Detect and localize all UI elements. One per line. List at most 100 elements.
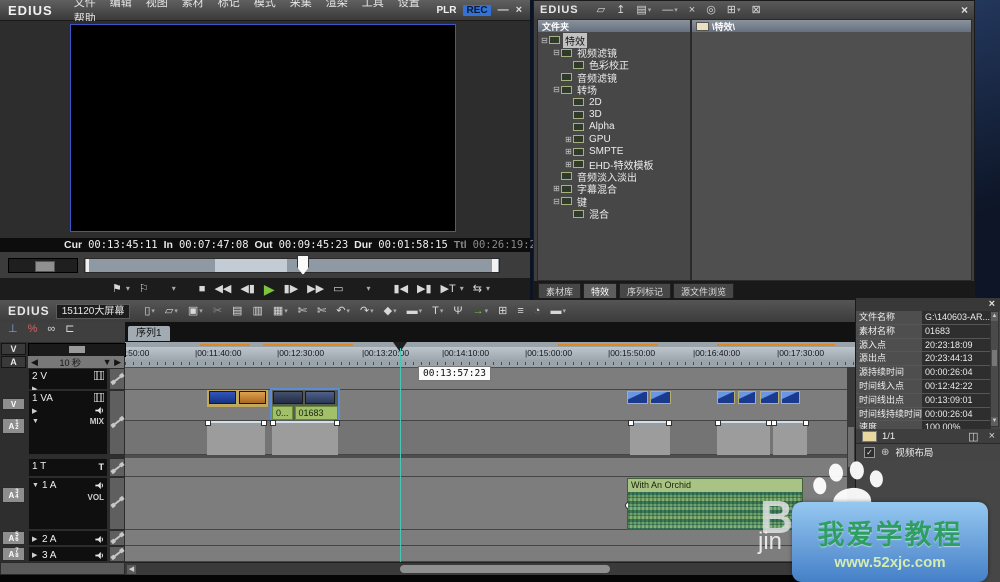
- track-row-2a[interactable]: [125, 530, 855, 546]
- clip-mixer-block[interactable]: [272, 421, 338, 455]
- patch-area[interactable]: [109, 390, 125, 455]
- track-row-3a[interactable]: [125, 546, 855, 562]
- sequence-tab[interactable]: 序列1: [128, 326, 170, 341]
- copy-icon[interactable]: ▤: [232, 306, 242, 317]
- undo-icon[interactable]: ↶▾: [336, 306, 350, 317]
- stop-icon[interactable]: ■: [199, 284, 206, 295]
- clip-mixer-block[interactable]: [207, 421, 265, 455]
- menu-item[interactable]: 标记: [218, 0, 240, 9]
- info-scroll-thumb[interactable]: [992, 350, 997, 366]
- speaker-icon[interactable]: [94, 551, 104, 560]
- voice-over-icon[interactable]: Ψ: [453, 306, 462, 317]
- export-frame-menu-icon[interactable]: ▾: [486, 285, 490, 293]
- track-collapse-icon[interactable]: ▼: [32, 418, 39, 425]
- tab-sequence-marker[interactable]: 序列标记: [619, 283, 671, 298]
- tree-expander-icon[interactable]: ⊟: [552, 48, 561, 57]
- rec-button[interactable]: REC: [463, 5, 490, 16]
- sync-lock-a78-badge[interactable]: A7 8: [2, 547, 25, 561]
- tree-item[interactable]: 3D: [564, 108, 690, 120]
- tree-expander-icon[interactable]: ⊟: [540, 36, 549, 45]
- clip-group-3[interactable]: [627, 390, 673, 407]
- paste-icon[interactable]: ▥: [252, 306, 262, 317]
- minimize-button[interactable]: —: [498, 4, 509, 16]
- track-header-1a[interactable]: A3 4 ▼1 A VOL: [0, 477, 125, 530]
- tree-expander-icon[interactable]: ⊞: [552, 184, 561, 193]
- clip-mixer-block[interactable]: [717, 421, 770, 455]
- move-up-icon[interactable]: ↥: [616, 5, 625, 16]
- video-mute-button[interactable]: V: [1, 343, 26, 355]
- scale-right-arrow-icon[interactable]: ▶: [114, 357, 121, 367]
- close-button[interactable]: ×: [516, 4, 522, 16]
- track-row-1t[interactable]: [125, 458, 855, 477]
- horizontal-scroll-thumb[interactable]: [400, 565, 610, 573]
- menu-item[interactable]: 渲染: [326, 0, 348, 9]
- timeline-ruler[interactable]: 0:50:00|00:11:40:00|00:12:30:00|00:13:20…: [125, 342, 855, 367]
- clip-group-5[interactable]: [760, 390, 802, 407]
- goto-out-icon[interactable]: ▶▮: [417, 284, 432, 295]
- patch-area[interactable]: [109, 530, 125, 546]
- fast-forward-icon[interactable]: ▶▶: [307, 284, 324, 295]
- save-icon[interactable]: ▣▾: [188, 306, 203, 317]
- duplicate-icon[interactable]: ▤▾: [636, 5, 651, 16]
- export-icon[interactable]: →▾: [473, 306, 489, 317]
- tree-item[interactable]: ⊟ 键: [552, 195, 690, 207]
- track-header-2v[interactable]: 2 V ▶: [0, 368, 125, 390]
- remove-icon[interactable]: —▾: [662, 5, 678, 16]
- track-header-2a[interactable]: A5 6 ▶2 A: [0, 530, 125, 546]
- track-expand-icon[interactable]: ▶: [32, 551, 39, 559]
- play-icon[interactable]: ▶: [264, 282, 275, 296]
- properties-icon[interactable]: ◎: [706, 5, 716, 16]
- clip-mixer-block[interactable]: [630, 421, 670, 455]
- ripple-delete-icon[interactable]: ✄: [317, 306, 326, 317]
- menu-item[interactable]: 素材: [182, 0, 204, 9]
- cut-icon[interactable]: ✂: [213, 306, 222, 317]
- speaker-icon[interactable]: [94, 535, 104, 544]
- next-frame-icon[interactable]: ▮▶: [284, 284, 299, 295]
- timeline-vertical-scrollbar[interactable]: [847, 367, 855, 562]
- insert-overwrite-mode-icon[interactable]: ⊥: [8, 324, 18, 335]
- speaker-icon[interactable]: [94, 481, 104, 490]
- tree-item[interactable]: 音频滤镜: [552, 71, 690, 83]
- tree-expander-icon[interactable]: ⊞: [564, 147, 573, 156]
- sync-lock-a56-badge[interactable]: A5 6: [2, 531, 25, 545]
- menu-item[interactable]: 模式: [254, 0, 276, 9]
- tree-expander-icon[interactable]: ⊞: [564, 160, 573, 169]
- tree-item[interactable]: ⊞ 字幕混合: [552, 183, 690, 195]
- track-header-3a[interactable]: A7 8 ▶3 A: [0, 546, 125, 562]
- rewind-icon[interactable]: ◀◀: [214, 284, 231, 295]
- vertical-scroll-thumb[interactable]: [848, 427, 854, 467]
- audio-clip[interactable]: With An Orchid: [627, 478, 803, 530]
- mark-in-icon[interactable]: ⚑: [112, 284, 122, 295]
- patch-area[interactable]: [109, 368, 125, 390]
- menu-item[interactable]: 工具: [362, 0, 384, 9]
- loop-menu-icon[interactable]: ▾: [367, 285, 371, 293]
- delete-effect-icon[interactable]: ×: [989, 430, 995, 443]
- clip-01683-selected[interactable]: 0...01683: [272, 390, 338, 421]
- open-icon[interactable]: ▱▾: [165, 306, 178, 317]
- track-expand-icon[interactable]: ▼: [32, 482, 39, 489]
- mark-out-menu-icon[interactable]: ▾: [172, 285, 176, 293]
- mark-out-icon[interactable]: ⚐: [139, 284, 149, 295]
- delete-icon[interactable]: ×: [689, 5, 695, 16]
- tree-item[interactable]: 2D: [564, 96, 690, 108]
- effect-checkbox[interactable]: ✓: [864, 447, 875, 458]
- patch-area[interactable]: [109, 458, 125, 477]
- scale-dropdown-icon[interactable]: ▼: [103, 357, 112, 367]
- info-close-button[interactable]: ×: [989, 298, 995, 310]
- play-around-menu-icon[interactable]: ▾: [460, 285, 464, 293]
- tree-item[interactable]: ⊞ GPU: [564, 133, 690, 145]
- panel-layout-icon[interactable]: ▬▾: [550, 306, 566, 317]
- tree-item[interactable]: 混合: [564, 207, 690, 219]
- add-marker-icon[interactable]: ◆▾: [384, 306, 397, 317]
- sync-lock-a12-badge[interactable]: A1 2: [2, 418, 25, 434]
- scroll-up-icon[interactable]: ▲: [991, 312, 998, 321]
- new-sequence-icon[interactable]: ▯▾: [144, 306, 155, 317]
- insert-clip-icon[interactable]: ▦▾: [273, 306, 288, 317]
- menu-item[interactable]: 采集: [290, 0, 312, 9]
- loop-icon[interactable]: ▭: [333, 284, 343, 295]
- mark-in-menu-icon[interactable]: ▾: [126, 285, 130, 293]
- position-bar[interactable]: [84, 258, 500, 273]
- tab-source-browser[interactable]: 源文件浏览: [673, 283, 734, 298]
- clip-mixer-block[interactable]: [773, 421, 807, 455]
- plr-button[interactable]: PLR: [436, 5, 456, 16]
